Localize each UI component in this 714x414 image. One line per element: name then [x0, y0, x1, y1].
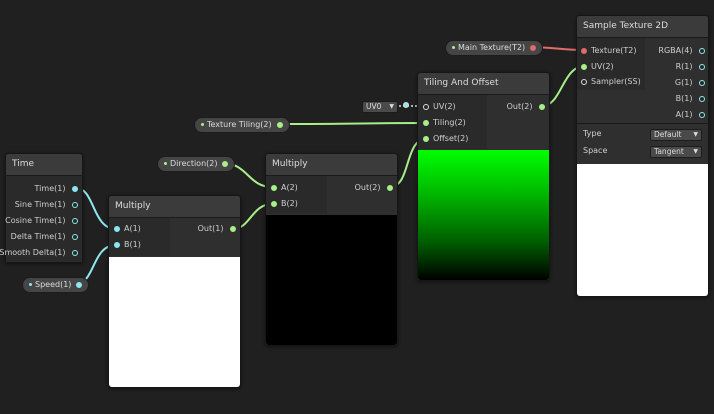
- property-dot-icon: [452, 46, 455, 49]
- port-dot[interactable]: [72, 250, 78, 256]
- port-dot[interactable]: [72, 234, 78, 240]
- main-texture-property[interactable]: Main Texture(T2): [445, 40, 544, 56]
- port-uv[interactable]: UV(2): [581, 60, 614, 74]
- preview-image: [418, 150, 549, 280]
- port-offset[interactable]: Offset(2): [423, 132, 468, 146]
- node-title: Multiply: [109, 196, 240, 218]
- port-b[interactable]: B(2): [271, 197, 298, 211]
- multiply-node-1[interactable]: Multiply A(1) B(1) Out(1): [108, 195, 241, 388]
- port-smooth-delta[interactable]: Smooth Delta(1): [0, 246, 78, 260]
- port-b[interactable]: B(1): [676, 92, 705, 106]
- port-dot[interactable]: [581, 64, 587, 70]
- direction-property[interactable]: Direction(2): [157, 156, 236, 172]
- port-dot[interactable]: [539, 104, 545, 110]
- port-dot[interactable]: [387, 185, 393, 191]
- port-a[interactable]: A(1): [676, 108, 705, 122]
- port-dot[interactable]: [699, 80, 705, 86]
- uv-channel-dropdown[interactable]: UV0 ▼: [362, 101, 398, 113]
- port-dot[interactable]: [423, 136, 429, 142]
- port-sampler[interactable]: Sampler(SS): [581, 75, 641, 89]
- multiply-node-2[interactable]: Multiply A(2) B(2) Out(2): [265, 153, 398, 346]
- port-dot[interactable]: [699, 48, 705, 54]
- preview-image: [109, 257, 240, 387]
- wire-texture-tiling: [281, 122, 427, 125]
- type-dropdown[interactable]: Default ▼: [650, 129, 702, 141]
- port-dot[interactable]: [271, 201, 277, 207]
- port-dot[interactable]: [423, 120, 429, 126]
- port-sine-time[interactable]: Sine Time(1): [15, 198, 78, 212]
- port-dot[interactable]: [699, 112, 705, 118]
- type-label: Type: [583, 129, 602, 138]
- port-dot[interactable]: [581, 79, 587, 85]
- port-out[interactable]: Out(2): [507, 100, 545, 114]
- port-dot[interactable]: [114, 242, 120, 248]
- node-title: Time: [6, 154, 82, 176]
- port-dot[interactable]: [114, 226, 120, 232]
- tiling-and-offset-node[interactable]: Tiling And Offset UV(2) Tiling(2) Offset…: [417, 72, 550, 281]
- port-texture[interactable]: Texture(T2): [581, 44, 637, 58]
- uv-port-dot[interactable]: [403, 102, 409, 108]
- port-dot[interactable]: [230, 226, 236, 232]
- node-title: Sample Texture 2D: [577, 16, 708, 38]
- port-dot[interactable]: [699, 64, 705, 70]
- port-out[interactable]: Out(2): [355, 181, 393, 195]
- port-uv[interactable]: UV(2): [423, 100, 456, 114]
- caret-down-icon: ▼: [389, 103, 394, 110]
- port-g[interactable]: G(1): [675, 76, 705, 90]
- time-node[interactable]: Time Time(1) Sine Time(1) Cosine Time(1)…: [0, 153, 83, 263]
- caret-down-icon: ▼: [693, 148, 698, 155]
- port-delta-time[interactable]: Delta Time(1): [11, 230, 78, 244]
- port-dot[interactable]: [423, 104, 429, 110]
- port-b[interactable]: B(1): [114, 238, 141, 252]
- port-tiling[interactable]: Tiling(2): [423, 116, 466, 130]
- port-dot[interactable]: [699, 96, 705, 102]
- node-title: Tiling And Offset: [418, 73, 549, 95]
- port-dot[interactable]: [271, 185, 277, 191]
- node-title: Multiply: [266, 154, 397, 176]
- port-dot[interactable]: [72, 186, 78, 192]
- sample-texture-2d-node[interactable]: Sample Texture 2D Texture(T2) UV(2) Samp…: [576, 15, 709, 297]
- port-cosine-time[interactable]: Cosine Time(1): [5, 214, 78, 228]
- port-dot[interactable]: [222, 161, 229, 167]
- port-dot[interactable]: [581, 48, 587, 54]
- property-dot-icon: [29, 283, 32, 286]
- speed-property[interactable]: Speed(1): [22, 277, 90, 293]
- space-dropdown[interactable]: Tangent ▼: [650, 146, 702, 158]
- property-dot-icon: [201, 123, 204, 126]
- preview-image: [577, 164, 708, 296]
- space-label: Space: [583, 146, 608, 155]
- texture-tiling-property[interactable]: Texture Tiling(2): [194, 117, 290, 133]
- port-rgba[interactable]: RGBA(4): [658, 44, 705, 58]
- port-dot[interactable]: [530, 45, 537, 51]
- port-dot[interactable]: [72, 202, 78, 208]
- caret-down-icon: ▼: [693, 131, 698, 138]
- preview-image: [266, 215, 397, 345]
- port-r[interactable]: R(1): [676, 60, 705, 74]
- port-out[interactable]: Out(1): [198, 222, 236, 236]
- port-dot[interactable]: [76, 282, 83, 288]
- port-dot[interactable]: [276, 122, 283, 128]
- property-dot-icon: [164, 162, 167, 165]
- port-a[interactable]: A(2): [271, 181, 298, 195]
- port-a[interactable]: A(1): [114, 222, 141, 236]
- port-time[interactable]: Time(1): [35, 182, 78, 196]
- port-dot[interactable]: [72, 218, 78, 224]
